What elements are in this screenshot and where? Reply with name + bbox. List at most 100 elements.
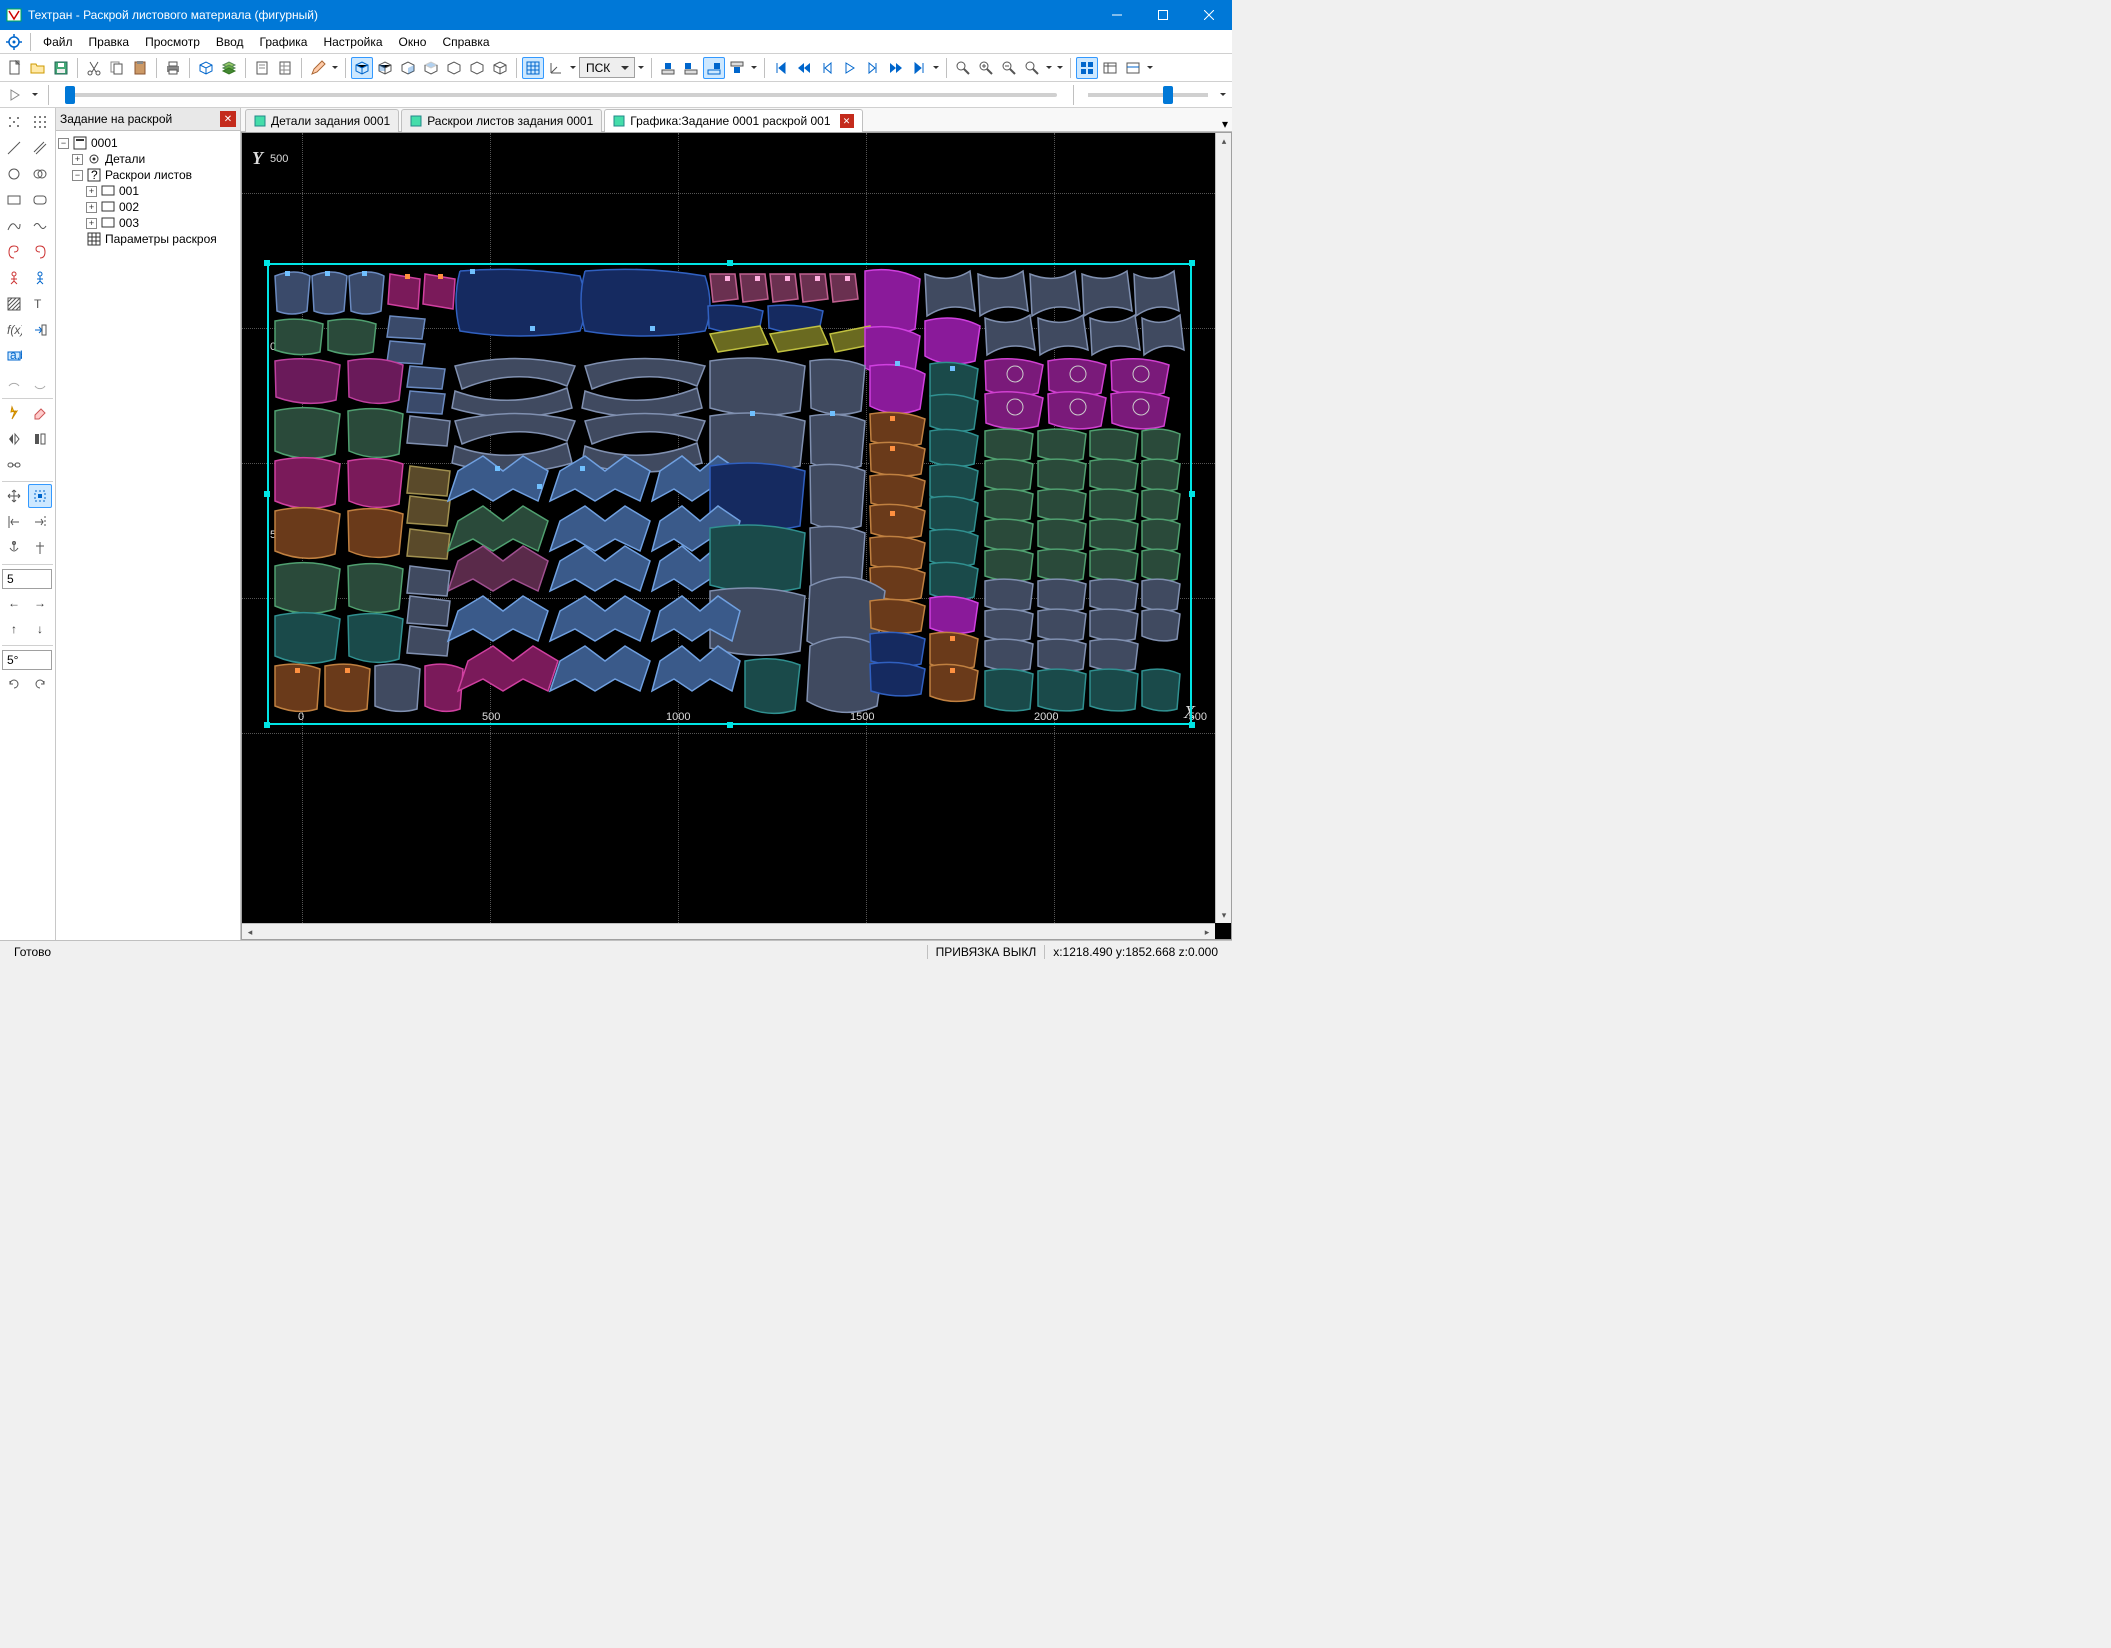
scroll-up-icon[interactable]: ▴ [1216,133,1232,149]
close-button[interactable] [1186,0,1232,30]
nav-next-fast-icon[interactable] [885,57,907,79]
scroll-left-icon[interactable]: ◂ [242,924,258,940]
menu-input[interactable]: Ввод [208,32,252,52]
open-icon[interactable] [27,57,49,79]
rotate-ccw-icon[interactable] [2,672,26,696]
tool-empty2-icon[interactable] [28,453,52,477]
tree-sheet-3[interactable]: + 003 [58,215,238,231]
arrow-down-icon[interactable]: ↓ [28,617,52,641]
scroll-right-icon[interactable]: ▸ [1199,924,1215,940]
menu-window[interactable]: Окно [391,32,435,52]
zoom-fit-icon[interactable] [952,57,974,79]
align-3-icon[interactable] [703,57,725,79]
menu-file[interactable]: Файл [35,32,81,52]
zoom-in-icon[interactable] [975,57,997,79]
tool-pattern-icon[interactable] [2,292,26,316]
tool-spark-icon[interactable] [2,401,26,425]
tool-arc-cw-icon[interactable] [28,370,52,394]
panel-close-button[interactable]: ✕ [220,111,236,127]
tool-anchor-icon[interactable] [2,536,26,560]
menu-settings[interactable]: Настройка [315,32,390,52]
tool-spiral2-icon[interactable] [28,240,52,264]
menu-help[interactable]: Справка [434,32,497,52]
view-back-icon[interactable] [443,57,465,79]
tree-sheet-2[interactable]: + 002 [58,199,238,215]
play-button[interactable] [4,84,26,106]
grid-doc-icon[interactable] [274,57,296,79]
zoom-region-icon[interactable] [1021,57,1043,79]
toolbar-overflow-1[interactable] [330,64,340,72]
grid-view-icon[interactable] [1076,57,1098,79]
view-top-icon[interactable] [420,57,442,79]
toolbar-overflow-5[interactable] [1055,64,1065,72]
tool-spiral-icon[interactable] [2,240,26,264]
tool-erase-icon[interactable] [28,401,52,425]
sheet-icon[interactable] [251,57,273,79]
align-1-icon[interactable] [657,57,679,79]
paste-icon[interactable] [129,57,151,79]
tree-details[interactable]: + Детали [58,151,238,167]
nav-last-icon[interactable] [908,57,930,79]
tool-fx-icon[interactable]: f(x) [2,318,26,342]
expander-icon[interactable]: + [86,218,97,229]
app-menu-icon[interactable] [2,31,26,53]
progress-slider[interactable] [65,93,1057,97]
nav-first-icon[interactable] [770,57,792,79]
tool-empty-icon[interactable] [28,344,52,368]
expander-icon[interactable]: + [86,186,97,197]
zoom-dropdown[interactable] [1044,64,1054,72]
tool-points-icon[interactable] [2,110,26,134]
tool-flip-h-icon[interactable] [2,427,26,451]
list-view-icon[interactable] [1122,57,1144,79]
tool-import-icon[interactable] [28,318,52,342]
tab-details[interactable]: Детали задания 0001 [245,109,399,132]
minimize-button[interactable] [1094,0,1140,30]
align-4-icon[interactable] [726,57,748,79]
tabbar-dropdown[interactable]: ▾ [1218,117,1232,131]
arrow-right-icon[interactable]: → [28,591,52,615]
tool-snap-right-icon[interactable] [28,510,52,534]
nav-play-icon[interactable] [839,57,861,79]
view-iso-icon[interactable] [351,57,373,79]
tree-params[interactable]: Параметры раскроя [58,231,238,247]
play-dropdown[interactable] [30,91,40,99]
view-side-icon[interactable] [397,57,419,79]
scroll-down-icon[interactable]: ▾ [1216,907,1232,923]
wireframe-icon[interactable] [195,57,217,79]
horizontal-scrollbar[interactable]: ◂ ▸ [242,923,1215,939]
speed-slider[interactable] [1088,93,1208,97]
play-overflow[interactable] [1218,91,1228,99]
expander-icon[interactable]: + [72,154,83,165]
tree-sheet-1[interactable]: + 001 [58,183,238,199]
tool-circle-icon[interactable] [2,162,26,186]
tool-snap-left-icon[interactable] [2,510,26,534]
axis-icon[interactable] [545,57,567,79]
tool-arc-ccw-icon[interactable] [2,370,26,394]
tool-path-icon[interactable] [2,214,26,238]
cut-icon[interactable] [83,57,105,79]
tab-layouts[interactable]: Раскрои листов задания 0001 [401,109,602,132]
table-view-icon[interactable] [1099,57,1121,79]
menu-graphics[interactable]: Графика [252,32,316,52]
ucs-combo[interactable]: ПСК [579,57,635,78]
tool-select-icon[interactable] [28,484,52,508]
step-input[interactable]: 5 [2,569,52,589]
tool-circles-icon[interactable] [28,162,52,186]
copy-icon[interactable] [106,57,128,79]
tool-move-icon[interactable] [2,484,26,508]
status-snap[interactable]: ПРИВЯЗКА ВЫКЛ [927,945,1045,959]
grid-toggle-icon[interactable] [522,57,544,79]
menu-view[interactable]: Просмотр [137,32,208,52]
axis-dropdown[interactable] [568,64,578,72]
tab-graphics[interactable]: Графика:Задание 0001 раскрой 001 ✕ [604,109,862,132]
toolbar-overflow-3[interactable] [749,64,759,72]
tool-grid-icon[interactable] [28,110,52,134]
print-icon[interactable] [162,57,184,79]
rotate-cw-icon[interactable] [28,672,52,696]
toolbar-overflow-4[interactable] [931,64,941,72]
expander-icon[interactable]: − [72,170,83,181]
tool-rect-icon[interactable] [2,188,26,212]
tool-var-icon[interactable]: a,b [2,344,26,368]
tool-person2-icon[interactable] [28,266,52,290]
view-bottom-icon[interactable] [466,57,488,79]
